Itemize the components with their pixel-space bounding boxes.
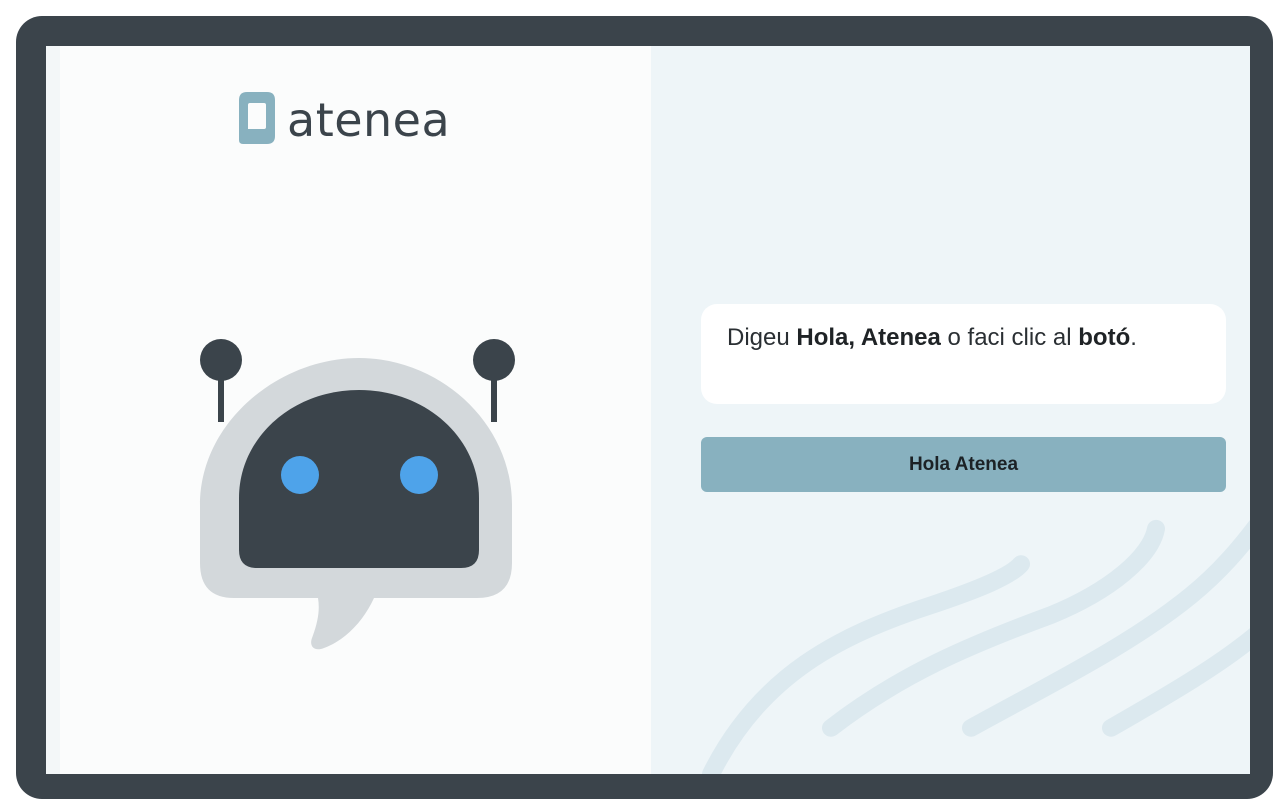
brand-name: atenea [287, 93, 451, 147]
hola-atenea-button[interactable]: Hola Atenea [701, 437, 1226, 492]
instruction-bold-button-word: botó [1078, 324, 1131, 351]
brand-logo: atenea [239, 90, 450, 146]
screen: atenea Digeu Hola, Atenea o faci clic al… [46, 46, 1250, 774]
instruction-bubble: Digeu Hola, Atenea o faci clic al botó. [701, 304, 1226, 404]
logo-mark-icon [239, 92, 275, 144]
instruction-bold-phrase: Hola, Atenea [796, 324, 941, 351]
left-panel: atenea [46, 46, 651, 774]
instruction-text-3: . [1130, 324, 1137, 351]
background-wave-decoration [702, 519, 1250, 774]
robot-chat-icon [200, 339, 515, 650]
instruction-text-1: Digeu [727, 324, 797, 351]
instruction-text-2: o faci clic al [940, 324, 1079, 351]
device-frame: atenea Digeu Hola, Atenea o faci clic al… [16, 16, 1273, 799]
